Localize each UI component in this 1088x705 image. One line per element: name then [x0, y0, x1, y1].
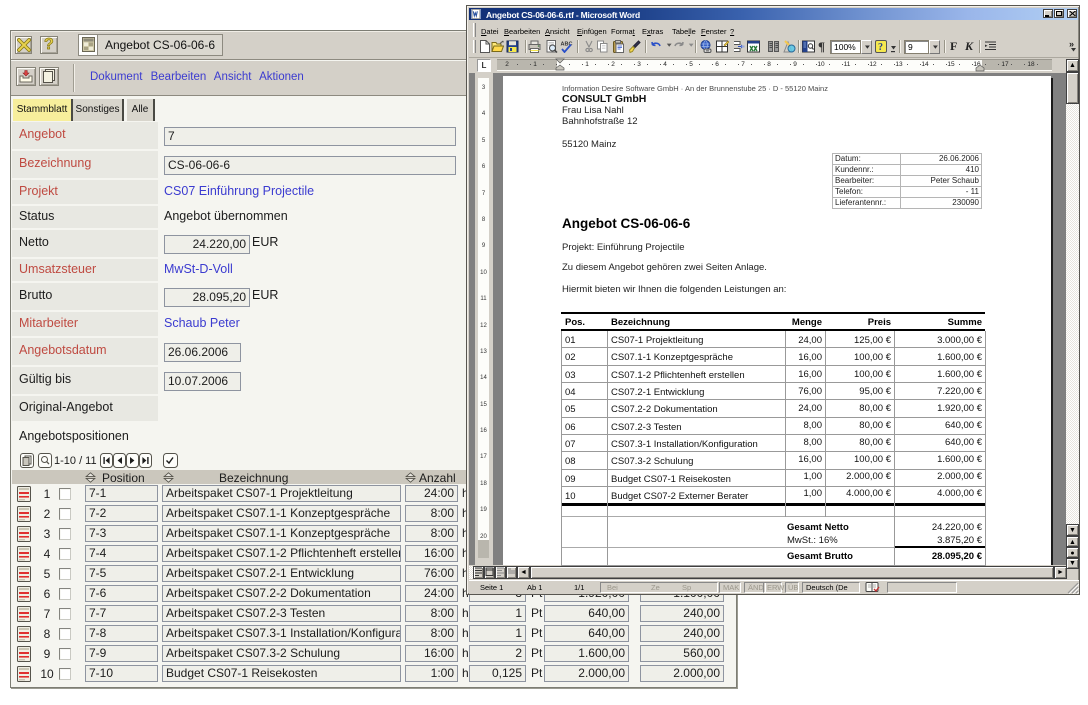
- svg-text:?: ?: [878, 42, 883, 53]
